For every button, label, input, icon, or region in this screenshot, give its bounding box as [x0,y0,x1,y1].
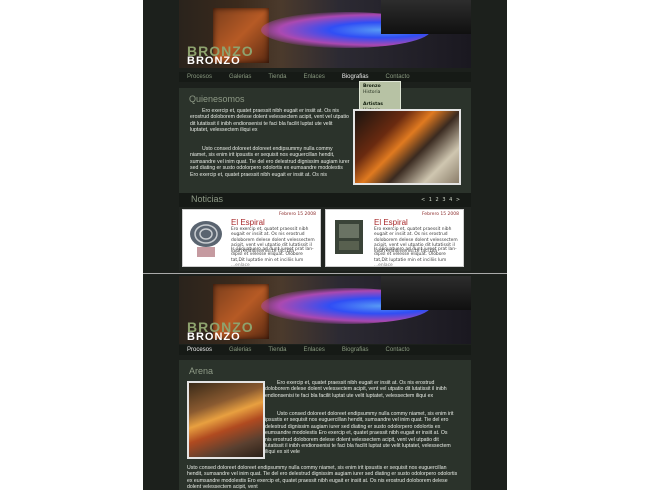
main-nav: Procesos Galerias Tienda Enlaces Biograf… [179,345,471,355]
nav-item-contacto[interactable]: Contacto [378,345,419,355]
news-title-link[interactable]: El Espiral [231,218,265,227]
logo[interactable]: BRONZO BRONZO [187,320,254,343]
spiral-sculpture-thumb [187,218,225,258]
nav-item-enlaces[interactable]: Enlaces [295,72,333,82]
nav-item-procesos[interactable]: Procesos [179,72,221,82]
nav-item-enlaces[interactable]: Enlaces [295,345,333,355]
logo[interactable]: BRONZO BRONZO [187,44,254,67]
news-text-2-body: Is aliquatuero ad dunt iureet prat lan-d… [231,247,314,263]
dropdown-item-historia[interactable]: Historia [363,90,397,96]
mockup-divider [143,273,507,274]
news-date: Febrero 15 2008 [278,212,316,217]
body-paragraph: Usto consed doloreet doloreet endipsummy… [265,411,454,456]
intro-paragraph: Ero exercip et, quatet praessit nibh eug… [265,380,447,399]
read-more-link[interactable]: ...enlace [374,263,393,268]
section-title: Arena [189,366,214,376]
nav-item-galerias[interactable]: Galerias [221,72,260,82]
read-more-link[interactable]: ...enlace [231,263,250,268]
news-text-2: Is aliquatuero ad dunt iureet prat lan-d… [231,247,317,269]
main-nav: Procesos Galerias Tienda Enlaces Biograf… [179,72,471,82]
news-text-2-body: Is aliquatuero ad dunt iureet prat lan-d… [374,247,457,263]
section-title: Quienesomos [189,94,245,104]
nav-item-biografias[interactable]: Biografias [334,345,378,355]
news-pager[interactable]: < 1 2 3 4 > [421,197,461,203]
nav-item-procesos[interactable]: Procesos [179,345,221,355]
hero-banner: BRONZO BRONZO [179,276,471,344]
torch-image [381,0,471,34]
intro-paragraph: Ero exercip et, quatet praessit nibh eug… [190,108,349,134]
page-canvas: BRONZO BRONZO Procesos Galerias Tienda E… [143,0,507,490]
nav-item-galerias[interactable]: Galerias [221,345,260,355]
news-card[interactable]: Febrero 15 2008 El Espiral Ero exercip e… [182,209,321,269]
body-paragraph-2: Usto consed doloreet doloreet endipsummy… [187,465,458,490]
news-cards: Febrero 15 2008 El Espiral Ero exercip e… [179,207,471,271]
relief-sculpture-thumb [330,218,368,258]
torch-image [381,276,471,310]
news-title-link[interactable]: El Espiral [374,218,408,227]
hero-banner: BRONZO BRONZO [179,0,471,68]
news-text-2: Is aliquatuero ad dunt iureet prat lan-d… [374,247,460,269]
arena-photo [187,381,265,459]
foundry-photo [353,109,461,185]
news-title: Noticias [191,194,224,204]
news-date: Febrero 15 2008 [421,212,459,217]
nav-item-tienda[interactable]: Tienda [260,72,295,82]
body-paragraph: Usto consed doloreet doloreet endipsummy… [190,146,350,178]
news-card[interactable]: Febrero 15 2008 El Espiral Ero exercip e… [325,209,464,269]
nav-item-tienda[interactable]: Tienda [260,345,295,355]
